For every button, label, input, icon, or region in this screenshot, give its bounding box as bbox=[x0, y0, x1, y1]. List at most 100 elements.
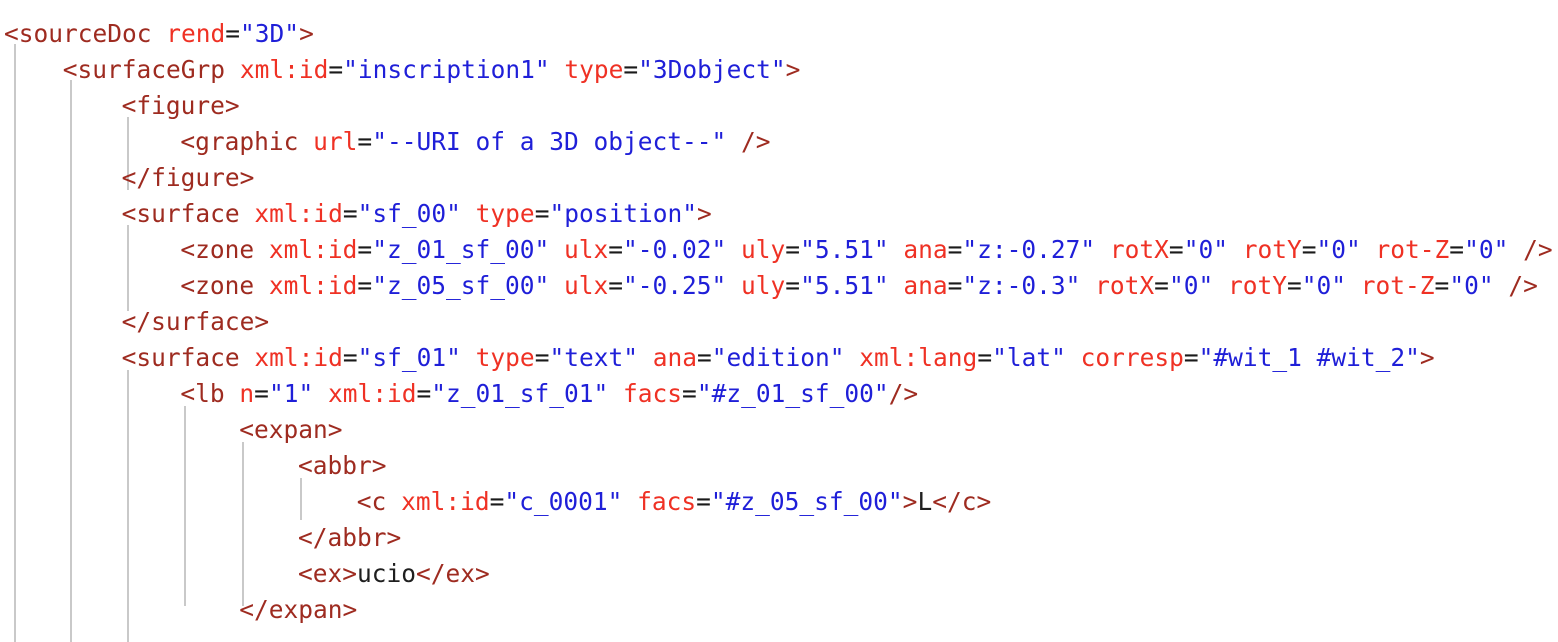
xml-attribute-name-token: uly bbox=[741, 235, 786, 264]
code-line[interactable]: <surfaceGrp xml:id="inscription1" type="… bbox=[0, 52, 1558, 88]
xml-tag-token: <surface bbox=[121, 199, 255, 228]
xml-attribute-name-token: ulx bbox=[563, 271, 609, 300]
xml-tag-token: > bbox=[902, 487, 918, 516]
code-line[interactable]: <zone xml:id="z_01_sf_00" ulx="-0.02" ul… bbox=[0, 232, 1558, 268]
code-line[interactable]: <expan> bbox=[0, 412, 1558, 448]
xml-equals-token: = bbox=[697, 343, 712, 372]
xml-attribute-name-token: n bbox=[239, 379, 255, 408]
xml-attribute-value-token: "text" bbox=[549, 343, 638, 372]
xml-attribute-name-token: rotY bbox=[1242, 235, 1302, 264]
xml-equals-token: = bbox=[342, 199, 358, 228]
xml-attribute-value-token: "-0.25" bbox=[623, 271, 727, 300]
code-line[interactable]: <surface xml:id="sf_00" type="position"> bbox=[0, 196, 1558, 232]
xml-equals-token: = bbox=[1154, 271, 1169, 300]
xml-attribute-value-token: "#z_01_sf_00" bbox=[696, 379, 889, 408]
xml-equals-token: = bbox=[682, 379, 697, 408]
code-line[interactable]: <sourceDoc rend="3D"> bbox=[0, 16, 1558, 52]
xml-attribute-value-token: "3Dobject" bbox=[638, 55, 786, 84]
xml-attribute-name-token: rot-Z bbox=[1375, 235, 1450, 264]
xml-equals-token: = bbox=[1183, 343, 1199, 372]
code-line[interactable]: <figure> bbox=[0, 88, 1558, 124]
xml-attribute-value-token: "0" bbox=[1301, 271, 1347, 300]
xml-tag-token bbox=[638, 343, 653, 372]
code-line[interactable]: <c xml:id="c_0001" facs="#z_05_sf_00">L<… bbox=[0, 484, 1558, 520]
xml-attribute-name-token: rotY bbox=[1227, 271, 1287, 300]
xml-attribute-name-token: xml:lang bbox=[859, 343, 978, 372]
code-line[interactable]: <zone xml:id="z_05_sf_00" ulx="-0.25" ul… bbox=[0, 268, 1558, 304]
xml-tag-token: /> bbox=[1508, 235, 1553, 264]
xml-equals-token: = bbox=[534, 343, 550, 372]
code-line[interactable]: </expan> bbox=[0, 592, 1558, 628]
code-line[interactable]: <abbr> bbox=[0, 448, 1558, 484]
xml-attribute-name-token: xml:id bbox=[268, 271, 358, 300]
code-line[interactable]: </surface> bbox=[0, 304, 1558, 340]
xml-tag-token bbox=[889, 271, 904, 300]
xml-tag-token bbox=[549, 271, 564, 300]
code-line[interactable]: <lb n="1" xml:id="z_01_sf_01" facs="#z_0… bbox=[0, 376, 1558, 412]
xml-attribute-name-token: xml:id bbox=[268, 235, 358, 264]
xml-equals-token: = bbox=[357, 271, 373, 300]
xml-equals-token: = bbox=[357, 127, 373, 156]
xml-equals-token: = bbox=[947, 235, 963, 264]
xml-attribute-name-token: url bbox=[313, 127, 358, 156]
xml-tag-token bbox=[549, 235, 564, 264]
xml-tag-token bbox=[550, 55, 565, 84]
xml-equals-token: = bbox=[608, 235, 623, 264]
xml-tag-token: </figure> bbox=[121, 163, 255, 192]
code-lines-container[interactable]: <sourceDoc rend="3D"> <surfaceGrp xml:id=… bbox=[0, 0, 1558, 628]
xml-tag-token: <zone bbox=[180, 271, 269, 300]
xml-attribute-name-token: rotX bbox=[1109, 235, 1169, 264]
xml-equals-token: = bbox=[608, 271, 623, 300]
xml-equals-token: = bbox=[328, 55, 344, 84]
xml-attribute-name-token: ana bbox=[903, 271, 948, 300]
xml-attribute-value-token: "3D" bbox=[240, 19, 300, 48]
xml-text-content-token: ucio bbox=[357, 559, 417, 588]
code-line[interactable]: </abbr> bbox=[0, 520, 1558, 556]
xml-attribute-value-token: "position" bbox=[549, 199, 697, 228]
xml-attribute-name-token: ana bbox=[652, 343, 697, 372]
xml-tag-token: /> bbox=[888, 379, 919, 408]
xml-equals-token: = bbox=[342, 343, 358, 372]
xml-tag-token: <sourceDoc bbox=[4, 19, 167, 48]
xml-tag-token: > bbox=[1419, 343, 1435, 372]
xml-tag-token: </expan> bbox=[239, 595, 358, 624]
code-line[interactable]: </figure> bbox=[0, 160, 1558, 196]
xml-attribute-name-token: rend bbox=[166, 19, 226, 48]
xml-tag-token bbox=[1066, 343, 1081, 372]
xml-attribute-name-token: xml:id bbox=[254, 199, 343, 228]
xml-equals-token: = bbox=[534, 199, 550, 228]
xml-tag-token: <ex> bbox=[298, 559, 358, 588]
xml-tag-token bbox=[622, 487, 637, 516]
xml-attribute-value-token: "-0.02" bbox=[623, 235, 727, 264]
xml-attribute-value-token: "z_01_sf_00" bbox=[372, 235, 550, 264]
xml-attribute-value-token: "0" bbox=[1464, 235, 1509, 264]
code-line[interactable]: <graphic url="--URI of a 3D object--" /> bbox=[0, 124, 1558, 160]
xml-attribute-name-token: type bbox=[475, 343, 535, 372]
xml-equals-token: = bbox=[947, 271, 963, 300]
xml-equals-token: = bbox=[416, 379, 432, 408]
xml-tag-token bbox=[726, 271, 741, 300]
xml-equals-token: = bbox=[696, 487, 711, 516]
xml-attribute-name-token: xml:id bbox=[327, 379, 417, 408]
xml-equals-token: = bbox=[489, 487, 505, 516]
xml-attribute-name-token: rotX bbox=[1095, 271, 1155, 300]
xml-tag-token: </c> bbox=[932, 487, 992, 516]
xml-tag-token: <abbr> bbox=[298, 451, 387, 480]
xml-tag-token bbox=[1346, 271, 1361, 300]
xml-attribute-value-token: "z:-0.27" bbox=[962, 235, 1096, 264]
code-line[interactable]: <surface xml:id="sf_01" type="text" ana=… bbox=[0, 340, 1558, 376]
xml-equals-token: = bbox=[1286, 271, 1302, 300]
xml-attribute-name-token: type bbox=[564, 55, 624, 84]
xml-attribute-name-token: type bbox=[475, 199, 535, 228]
xml-attribute-value-token: "sf_01" bbox=[357, 343, 461, 372]
xml-tag-token: <surface bbox=[121, 343, 255, 372]
xml-tag-token bbox=[1228, 235, 1243, 264]
xml-equals-token: = bbox=[1449, 235, 1465, 264]
xml-tag-token bbox=[889, 235, 904, 264]
xml-tag-token: <c bbox=[356, 487, 402, 516]
xml-code-listing: <sourceDoc rend="3D"> <surfaceGrp xml:id=… bbox=[0, 0, 1558, 642]
xml-tag-token: </surface> bbox=[121, 307, 270, 336]
xml-attribute-value-token: "1" bbox=[268, 379, 314, 408]
xml-attribute-value-token: "z:-0.3" bbox=[962, 271, 1081, 300]
code-line[interactable]: <ex>ucio</ex> bbox=[0, 556, 1558, 592]
